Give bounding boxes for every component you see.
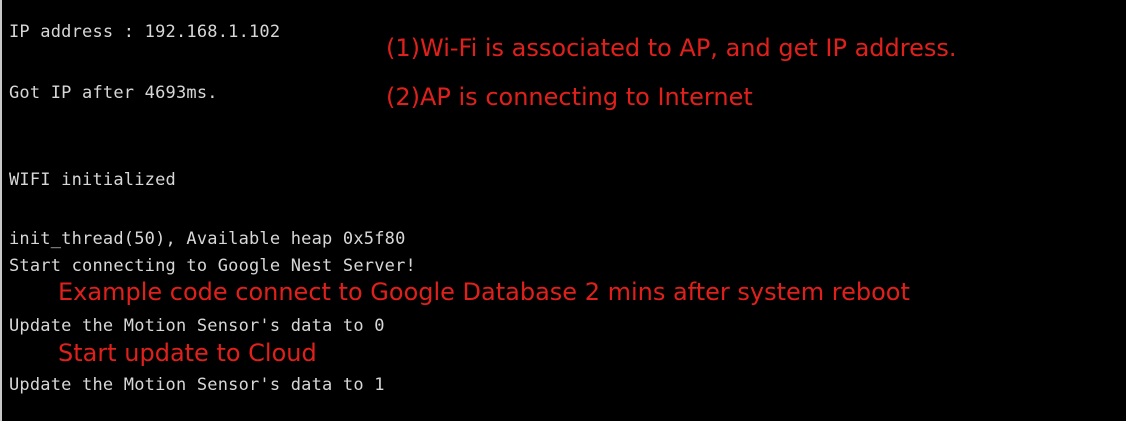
console-line-got-ip: Got IP after 4693ms. [9,83,218,103]
annotation-example-code: Example code connect to Google Database … [58,278,910,306]
annotation-ap-connecting: (2)AP is connecting to Internet [386,83,753,111]
console-line-motion-data-1: Update the Motion Sensor's data to 1 [9,375,385,395]
terminal-left-edge [0,0,2,421]
console-line-start-connecting: Start connecting to Google Nest Server! [9,256,416,276]
annotation-wifi-associated: (1)Wi-Fi is associated to AP, and get IP… [386,34,957,62]
console-line-wifi-initialized: WIFI initialized [9,170,176,190]
annotation-start-update: Start update to Cloud [58,339,317,367]
console-window: IP address : 192.168.1.102 Got IP after … [0,0,1126,421]
console-line-ip-address: IP address : 192.168.1.102 [9,22,281,42]
console-line-motion-data-0: Update the Motion Sensor's data to 0 [9,316,385,336]
console-line-init-thread: init_thread(50), Available heap 0x5f80 [9,229,406,249]
